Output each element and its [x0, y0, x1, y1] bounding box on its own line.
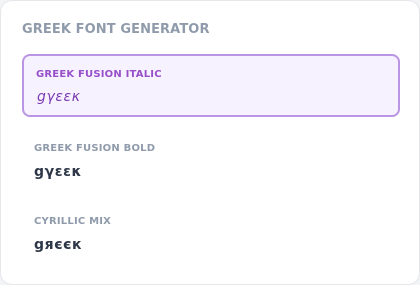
font-option-label: GREEK FUSION BOLD [34, 143, 156, 154]
font-option-greek-fusion-italic[interactable]: GREEK FUSION ITALIC gγεεκ [22, 54, 400, 117]
font-option-greek-fusion-bold[interactable]: GREEK FUSION BOLD gγεεκ [22, 129, 400, 192]
font-option-label: GREEK FUSION ITALIC [36, 69, 162, 80]
font-option-sample: gγεεκ [34, 164, 83, 180]
font-option-label: CYRILLIC MIX [34, 216, 112, 227]
font-option-sample: gγεεκ [37, 89, 81, 105]
panel-title: GREEK FONT GENERATOR [22, 22, 210, 37]
font-option-cyrillic-mix[interactable]: CYRILLIC MIX gяєєк [22, 202, 400, 265]
font-generator-panel: GREEK FONT GENERATOR GREEK FUSION ITALIC… [0, 0, 420, 285]
font-option-sample: gяєєк [34, 237, 83, 253]
